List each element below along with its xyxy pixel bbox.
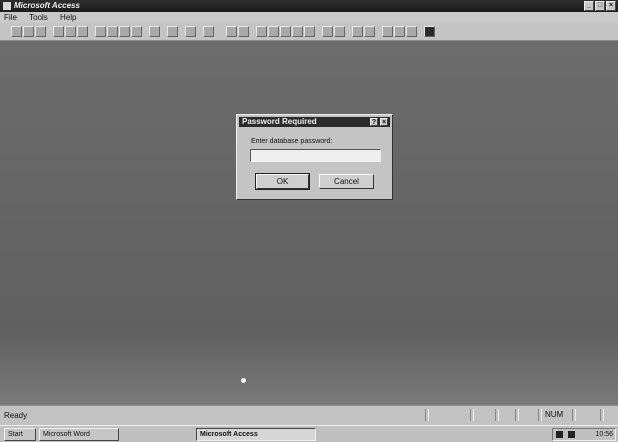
mdi-workspace (0, 41, 618, 405)
close-button[interactable]: × (606, 1, 616, 11)
code-icon[interactable] (203, 26, 214, 37)
relationships-alt-icon[interactable] (280, 26, 291, 37)
tray-icon[interactable] (556, 430, 563, 438)
new-query-icon[interactable] (406, 26, 417, 37)
database-window-icon[interactable] (382, 26, 393, 37)
pointer-dot (241, 378, 246, 383)
analyze-table-icon[interactable] (268, 26, 279, 37)
spelling-icon[interactable] (77, 26, 88, 37)
speaker-icon[interactable] (567, 430, 575, 438)
status-text: Ready (4, 411, 28, 420)
undo-icon[interactable] (149, 26, 160, 37)
num-lock-indicator: NUM (545, 410, 564, 419)
table-icon[interactable] (304, 26, 315, 37)
dialog-title-bar[interactable]: Password Required ? × (239, 117, 390, 127)
access-key-icon (3, 2, 11, 10)
properties-icon[interactable] (226, 26, 237, 37)
dialog-close-button[interactable]: × (380, 118, 388, 126)
status-separator (572, 409, 576, 421)
save-icon[interactable] (35, 26, 46, 37)
status-separator (470, 409, 474, 421)
object-icon[interactable] (394, 26, 405, 37)
report-icon[interactable] (334, 26, 345, 37)
paste-icon[interactable] (119, 26, 130, 37)
format-painter-icon[interactable] (131, 26, 142, 37)
form-icon[interactable] (322, 26, 333, 37)
cut-icon[interactable] (95, 26, 106, 37)
taskbar-item-access[interactable]: Microsoft Access (196, 428, 316, 441)
password-input[interactable] (250, 149, 381, 162)
menu-tools[interactable]: Tools (29, 13, 48, 22)
menu-file[interactable]: File (4, 13, 17, 22)
title-bar[interactable]: Microsoft Access _ □ × (0, 0, 618, 12)
relationships-icon[interactable] (238, 26, 249, 37)
start-label: Start (8, 431, 23, 438)
print-icon[interactable] (53, 26, 64, 37)
macro-icon[interactable] (352, 26, 363, 37)
status-separator (425, 409, 429, 421)
menu-help[interactable]: Help (60, 13, 76, 22)
help-icon[interactable] (424, 26, 435, 37)
access-window: Microsoft Access _ □ × File Tools Help P… (0, 0, 618, 442)
menu-bar: File Tools Help (0, 12, 618, 23)
cancel-button[interactable]: Cancel (319, 174, 374, 189)
taskbar-item-word[interactable]: Microsoft Word (39, 428, 119, 441)
print-preview-icon[interactable] (65, 26, 76, 37)
password-dialog: Password Required ? × Enter database pas… (236, 114, 393, 200)
start-button[interactable]: Start (4, 428, 36, 441)
open-icon[interactable] (23, 26, 34, 37)
taskbar-label: Microsoft Access (200, 431, 258, 438)
module-icon[interactable] (364, 26, 375, 37)
password-prompt-label: Enter database password: (251, 138, 333, 145)
new-icon[interactable] (11, 26, 22, 37)
taskbar: Start Microsoft Word Microsoft Access 10… (0, 425, 618, 442)
maximize-button[interactable]: □ (595, 1, 605, 11)
status-separator (600, 409, 604, 421)
toolbar (0, 23, 618, 41)
clock: 10:56 (595, 431, 613, 438)
office-links-icon[interactable] (167, 26, 178, 37)
status-bar: Ready NUM (0, 405, 618, 425)
status-separator (495, 409, 499, 421)
copy-icon[interactable] (107, 26, 118, 37)
help-button[interactable]: ? (370, 118, 378, 126)
dialog-title: Password Required (242, 117, 317, 126)
grid-icon[interactable] (292, 26, 303, 37)
ok-button[interactable]: OK (255, 173, 310, 190)
system-tray: 10:56 (552, 428, 616, 441)
analyze-icon[interactable] (185, 26, 196, 37)
taskbar-label: Microsoft Word (43, 431, 90, 438)
status-separator (538, 409, 542, 421)
window-title: Microsoft Access (14, 1, 80, 10)
status-separator (515, 409, 519, 421)
new-object-icon[interactable] (256, 26, 267, 37)
minimize-button[interactable]: _ (584, 1, 594, 11)
